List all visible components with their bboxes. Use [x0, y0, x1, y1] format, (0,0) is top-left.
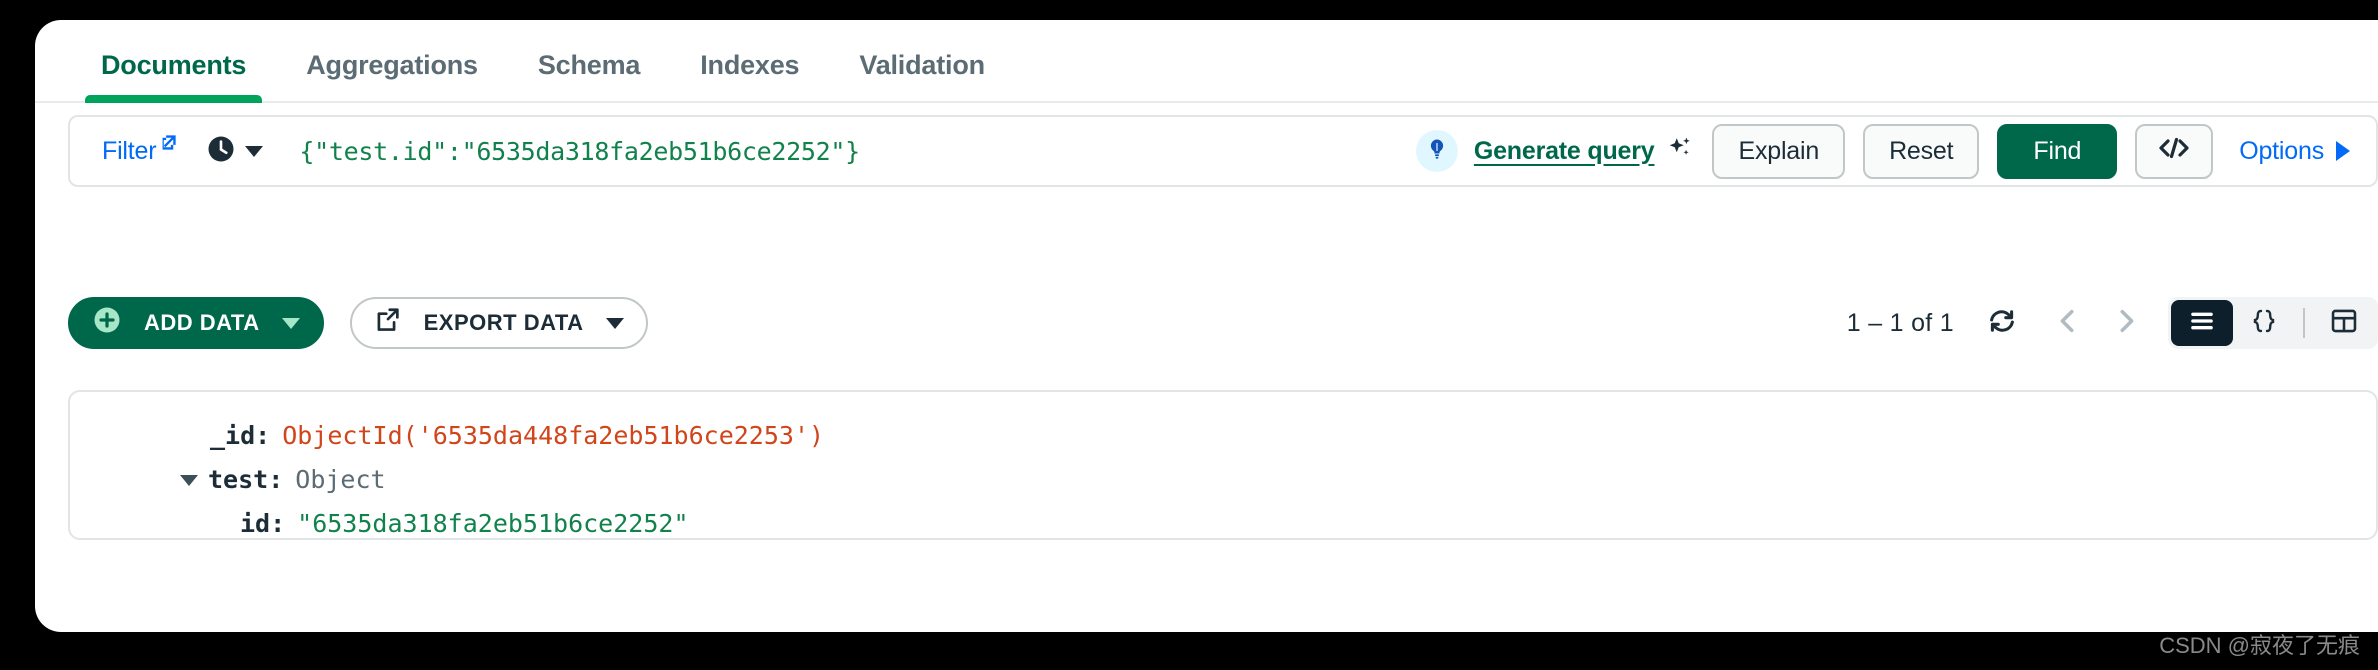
- chevron-down-icon: [245, 145, 264, 157]
- add-data-label: ADD DATA: [144, 310, 260, 335]
- collection-tabbar: Documents Aggregations Schema Indexes Va…: [35, 20, 2378, 103]
- explain-label: Explain: [1738, 136, 1820, 165]
- tab-validation[interactable]: Validation: [829, 50, 1015, 103]
- generate-query-button[interactable]: Generate query: [1474, 135, 1695, 168]
- field-type: Object: [295, 465, 386, 494]
- result-count: 1 – 1 of 1: [1846, 308, 1954, 337]
- tab-aggregations-label: Aggregations: [306, 50, 478, 80]
- query-bar: Filter {"test.id":"6535da318fa2eb51b6ce2…: [68, 115, 2378, 187]
- plus-circle-icon: [92, 305, 122, 341]
- filter-link[interactable]: Filter: [102, 134, 178, 166]
- view-switch-divider: [2303, 308, 2305, 338]
- chevron-down-icon: [281, 317, 300, 329]
- chevron-right-icon: [2111, 306, 2141, 341]
- app-root: Documents Aggregations Schema Indexes Va…: [0, 0, 2378, 670]
- document-field-test[interactable]: test: Object: [70, 458, 2376, 502]
- ai-hint-button[interactable]: [1415, 130, 1458, 172]
- add-data-button[interactable]: ADD DATA: [68, 297, 324, 349]
- tab-validation-label: Validation: [859, 50, 985, 80]
- document-field-test-id[interactable]: id: "6535da318fa2eb51b6ce2252": [70, 502, 2376, 538]
- tab-aggregations[interactable]: Aggregations: [276, 50, 508, 103]
- query-history-button[interactable]: [206, 134, 264, 169]
- field-value: "6535da318fa2eb51b6ce2252": [297, 509, 689, 538]
- export-icon: [374, 306, 402, 340]
- table-view-icon: [2329, 307, 2359, 340]
- field-value: ObjectId('6535da448fa2eb51b6ce2253'): [282, 421, 825, 450]
- view-list-button[interactable]: [2171, 300, 2233, 346]
- tab-schema-label: Schema: [537, 50, 641, 80]
- explain-button[interactable]: Explain: [1712, 123, 1846, 179]
- reset-label: Reset: [1889, 136, 1954, 165]
- collection-panel: Documents Aggregations Schema Indexes Va…: [35, 20, 2378, 632]
- view-mode-switch: [2168, 297, 2378, 349]
- options-toggle[interactable]: Options: [2239, 137, 2350, 166]
- clock-icon: [206, 134, 236, 169]
- sparkle-icon: [1666, 135, 1694, 168]
- query-input[interactable]: {"test.id":"6535da318fa2eb51b6ce2252"}: [299, 137, 1415, 166]
- tab-indexes-label: Indexes: [700, 50, 800, 80]
- view-json-button[interactable]: [2233, 300, 2295, 346]
- chevron-down-icon: [605, 317, 624, 329]
- tab-schema[interactable]: Schema: [508, 50, 670, 103]
- export-to-language-button[interactable]: [2135, 123, 2214, 179]
- document-item[interactable]: _id: ObjectId('6535da448fa2eb51b6ce2253'…: [70, 414, 2376, 538]
- filter-label: Filter: [102, 136, 157, 165]
- reset-button[interactable]: Reset: [1863, 123, 1980, 179]
- find-button[interactable]: Find: [1997, 123, 2118, 179]
- documents-toolbar-right: 1 – 1 of 1: [1847, 297, 2378, 349]
- options-label: Options: [2239, 136, 2324, 165]
- find-label: Find: [2033, 136, 2082, 165]
- field-key: id:: [240, 509, 286, 538]
- tab-documents[interactable]: Documents: [71, 50, 276, 103]
- export-data-button[interactable]: EXPORT DATA: [349, 297, 648, 349]
- chevron-left-icon: [2053, 306, 2083, 341]
- document-list: _id: ObjectId('6535da448fa2eb51b6ce2253'…: [68, 390, 2378, 540]
- expand-triangle-icon[interactable]: [180, 474, 198, 486]
- export-data-label: EXPORT DATA: [423, 310, 584, 335]
- caret-right-icon: [2336, 141, 2350, 161]
- next-page-button[interactable]: [2102, 299, 2150, 347]
- field-key: _id:: [210, 421, 271, 450]
- json-view-icon: [2249, 308, 2279, 339]
- code-brackets-icon: [2157, 135, 2191, 168]
- external-link-icon: [159, 133, 178, 152]
- lightbulb-icon: [1425, 137, 1449, 166]
- list-view-icon: [2187, 309, 2217, 338]
- refresh-button[interactable]: [1978, 299, 2026, 347]
- prev-page-button[interactable]: [2044, 299, 2092, 347]
- watermark: CSDN @寂夜了无痕: [2159, 633, 2360, 658]
- field-key: test:: [208, 465, 284, 494]
- query-bar-actions: Generate query Explain Reset Find Option…: [1415, 123, 2350, 179]
- tab-indexes[interactable]: Indexes: [670, 50, 829, 103]
- documents-toolbar: ADD DATA EXPORT DATA 1 – 1 of 1: [68, 297, 2378, 349]
- tab-documents-label: Documents: [101, 50, 247, 80]
- refresh-icon: [1986, 305, 2018, 342]
- tab-list: Documents Aggregations Schema Indexes Va…: [35, 20, 2378, 103]
- generate-query-label: Generate query: [1473, 136, 1655, 165]
- document-field-id[interactable]: _id: ObjectId('6535da448fa2eb51b6ce2253'…: [70, 414, 2376, 458]
- view-table-button[interactable]: [2313, 300, 2375, 346]
